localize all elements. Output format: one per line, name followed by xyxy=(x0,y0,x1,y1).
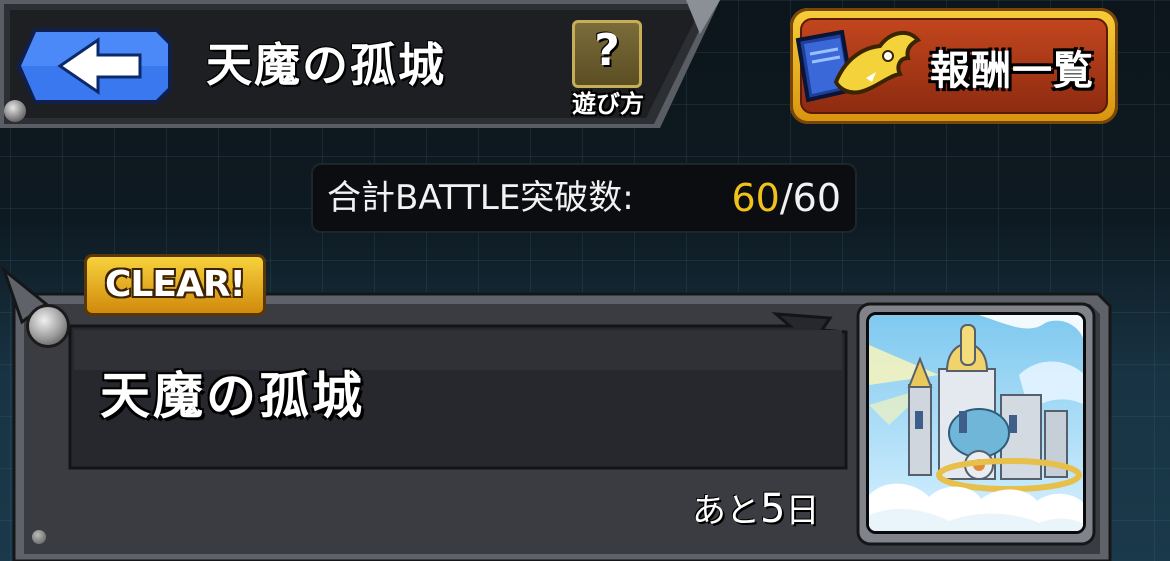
stage-card[interactable]: CLEAR! 天魔の孤城 あと5日 xyxy=(0,254,1120,561)
header-bar: 天魔の孤城 ? 遊び方 xyxy=(0,0,720,128)
reward-list-label: 報酬一覧 xyxy=(930,48,1094,94)
clear-badge-label: CLEAR! xyxy=(105,264,246,305)
battle-counter-separator: / xyxy=(779,176,793,220)
back-button[interactable] xyxy=(14,26,174,106)
stage-thumbnail[interactable] xyxy=(866,312,1086,534)
how-to-play-label: 遊び方 xyxy=(572,90,644,118)
stage-card-screw xyxy=(26,304,70,348)
remaining-suffix: 日 xyxy=(785,491,820,531)
clear-badge: CLEAR! xyxy=(84,254,266,316)
remaining-prefix: あと xyxy=(692,491,760,531)
remaining-days: あと5日 xyxy=(692,484,819,534)
how-to-play-button[interactable]: ? 遊び方 xyxy=(566,20,646,118)
castle-in-clouds-icon xyxy=(869,315,1083,531)
battle-counter-current: 60 xyxy=(731,176,780,220)
stage-card-bolt xyxy=(32,530,46,544)
battle-counter-value: 60/60 xyxy=(731,165,841,231)
back-arrow-icon xyxy=(16,28,172,104)
question-mark-icon: ? xyxy=(594,25,620,76)
remaining-days-number: 5 xyxy=(760,486,786,532)
battle-counter: 合計BATTLE突破数: 60/60 xyxy=(311,163,857,233)
reward-list-button[interactable]: 報酬一覧 xyxy=(790,8,1118,124)
page-title: 天魔の孤城 xyxy=(206,38,446,92)
battle-counter-total: 60 xyxy=(792,176,841,220)
dragon-icon xyxy=(833,30,922,95)
battle-counter-label: 合計BATTLE突破数: xyxy=(327,178,634,218)
help-icon-box: ? xyxy=(572,20,642,88)
stage-name: 天魔の孤城 xyxy=(100,367,365,425)
